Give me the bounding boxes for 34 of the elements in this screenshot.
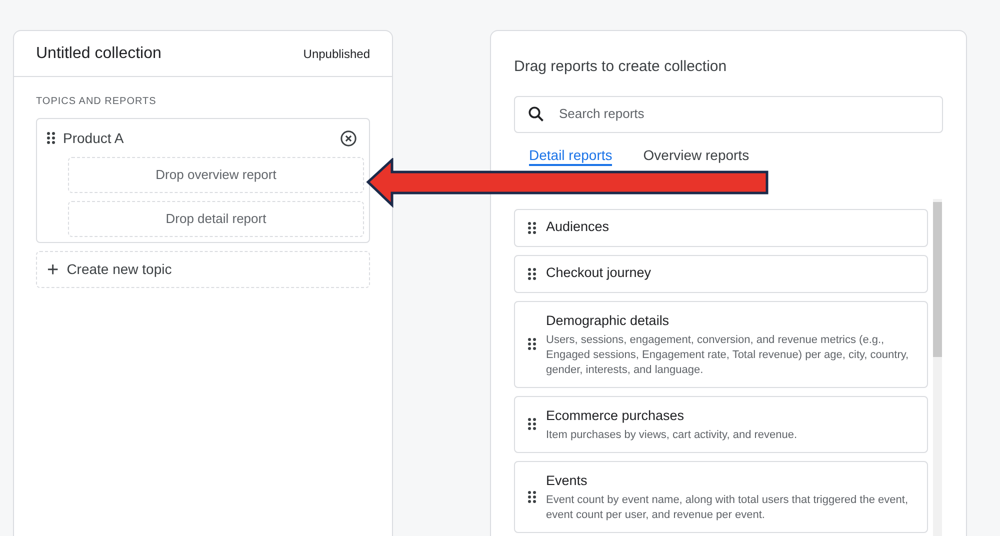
search-field[interactable]: Search reports <box>514 96 943 132</box>
remove-icon[interactable] <box>340 130 357 146</box>
tab[interactable]: Overview reports <box>643 146 750 164</box>
search-input[interactable]: Search reports <box>559 104 930 124</box>
status-label: Unpublished <box>303 46 370 62</box>
report-card[interactable]: Checkout journey <box>514 254 928 292</box>
topic-name: Product A <box>63 128 125 148</box>
create-topic-button[interactable]: + Create new topic <box>36 251 370 288</box>
report-title: Checkout journey <box>546 264 652 282</box>
drag-handle-icon[interactable] <box>528 491 536 504</box>
report-description: Event count by event name, along with total users that triggered the event, event count per user, and revenue per event. <box>546 493 909 524</box>
report-title: Audiences <box>546 218 610 236</box>
drop-zone[interactable]: Drop overview report <box>68 157 364 193</box>
report-description: Item purchases by views, cart activity, and revenue. <box>546 428 798 443</box>
report-card[interactable]: Events Event count by event name, along with total users that triggered the event, event count per user, and revenue per event. <box>514 461 928 534</box>
drag-handle-icon[interactable] <box>47 132 55 144</box>
section-label: TOPICS AND REPORTS <box>36 95 158 109</box>
drag-handle-icon[interactable] <box>528 268 536 280</box>
report-title: Ecommerce purchases <box>546 406 686 425</box>
drag-handle-icon[interactable] <box>528 338 536 350</box>
drop-zone[interactable]: Drop detail report <box>68 201 364 237</box>
collection-title: Untitled collection <box>36 44 162 64</box>
search-icon <box>527 105 545 123</box>
panel-title: Drag reports to create collection <box>513 57 728 77</box>
drag-handle-icon[interactable] <box>528 418 536 430</box>
scrollbar-thumb[interactable] <box>933 202 942 356</box>
report-title: Events <box>546 472 588 490</box>
report-title: Demographic details <box>546 312 670 330</box>
drag-handle-icon[interactable] <box>528 222 536 234</box>
report-card[interactable]: Demographic details Users, sessions, engagement, conversion, and revenue metrics (e.g., Engaged sessions, Engagement rate, Total revenue) per age, city, country, gender, interests, and language. <box>514 300 928 388</box>
report-card[interactable]: Audiences <box>514 208 928 246</box>
report-card[interactable]: Ecommerce purchases Item purchases by views, cart activity, and revenue. <box>514 396 928 453</box>
report-description: Users, sessions, engagement, conversion, and revenue metrics (e.g., Engaged sessions, Engagement rate, Total revenue) per age, city, country, gender, interests, and language. <box>546 332 910 378</box>
tab[interactable]: Detail reports <box>529 146 612 166</box>
